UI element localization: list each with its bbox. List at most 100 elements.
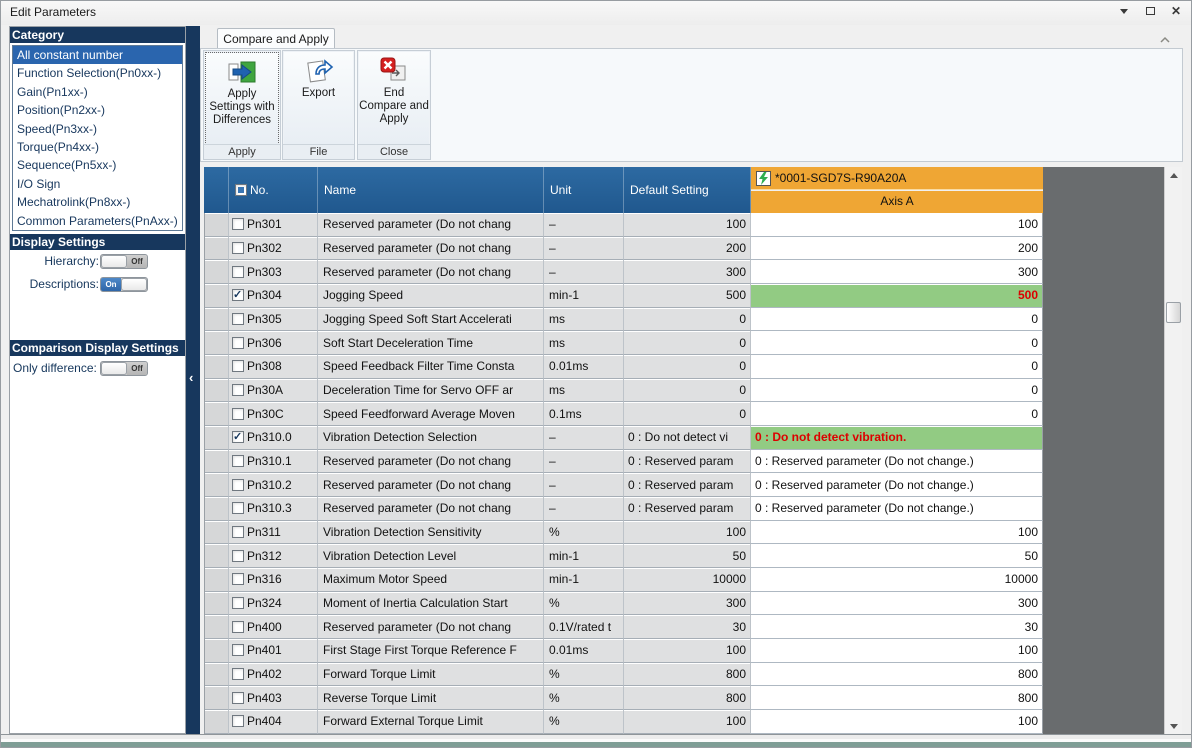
axis-value-cell[interactable]: 500 bbox=[751, 284, 1043, 308]
table-row[interactable]: Pn30ADeceleration Time for Servo OFF arm… bbox=[205, 379, 1043, 403]
row-checkbox[interactable] bbox=[232, 668, 244, 680]
column-header-no[interactable]: No. bbox=[229, 167, 318, 213]
sidebar-item[interactable]: All constant number bbox=[13, 46, 182, 64]
sidebar-item[interactable]: Gain(Pn1xx-) bbox=[13, 83, 182, 101]
row-checkbox[interactable] bbox=[232, 455, 244, 467]
row-checkbox[interactable] bbox=[232, 337, 244, 349]
axis-value-cell[interactable]: 300 bbox=[751, 592, 1043, 616]
vertical-scrollbar[interactable] bbox=[1164, 167, 1182, 734]
descriptions-toggle[interactable]: On bbox=[100, 277, 148, 292]
table-row[interactable]: Pn404Forward External Torque Limit%10010… bbox=[205, 710, 1043, 734]
select-all-checkbox[interactable] bbox=[235, 184, 247, 196]
axis-value-cell[interactable]: 10000 bbox=[751, 568, 1043, 592]
axis-value-cell[interactable]: 0 : Do not detect vibration. bbox=[751, 426, 1043, 450]
row-checkbox[interactable] bbox=[232, 408, 244, 420]
table-row[interactable]: Pn311Vibration Detection Sensitivity%100… bbox=[205, 521, 1043, 545]
axis-value-cell[interactable]: 100 bbox=[751, 213, 1043, 237]
table-row[interactable]: Pn401First Stage First Torque Reference … bbox=[205, 639, 1043, 663]
hierarchy-toggle[interactable]: Off bbox=[100, 254, 148, 269]
axis-header[interactable]: Axis A bbox=[751, 191, 1043, 213]
axis-value-cell[interactable]: 100 bbox=[751, 710, 1043, 734]
export-button[interactable]: Export bbox=[284, 52, 353, 145]
row-checkbox[interactable] bbox=[232, 526, 244, 538]
row-checkbox[interactable] bbox=[232, 289, 244, 301]
table-row[interactable]: Pn304Jogging Speedmin-1500500 bbox=[205, 284, 1043, 308]
scroll-up-icon[interactable] bbox=[1165, 167, 1182, 183]
table-row[interactable]: Pn402Forward Torque Limit%800800 bbox=[205, 663, 1043, 687]
table-row[interactable]: Pn306Soft Start Deceleration Timems00 bbox=[205, 331, 1043, 355]
chevron-left-icon[interactable]: ‹ bbox=[189, 372, 193, 384]
row-checkbox[interactable] bbox=[232, 573, 244, 585]
axis-value-cell[interactable]: 0 bbox=[751, 331, 1043, 355]
axis-value-cell[interactable]: 30 bbox=[751, 615, 1043, 639]
sidebar-item[interactable]: Function Selection(Pn0xx-) bbox=[13, 64, 182, 82]
table-row[interactable]: Pn305Jogging Speed Soft Start Accelerati… bbox=[205, 308, 1043, 332]
row-checkbox[interactable] bbox=[232, 479, 244, 491]
row-checkbox[interactable] bbox=[232, 384, 244, 396]
tab-compare-and-apply[interactable]: Compare and Apply bbox=[217, 28, 335, 48]
axis-value-cell[interactable]: 50 bbox=[751, 544, 1043, 568]
axis-value-cell[interactable]: 800 bbox=[751, 663, 1043, 687]
table-row[interactable]: Pn302Reserved parameter (Do not chang–20… bbox=[205, 237, 1043, 261]
table-row[interactable]: Pn310.1Reserved parameter (Do not chang–… bbox=[205, 450, 1043, 474]
sidebar-item[interactable]: Speed(Pn3xx-) bbox=[13, 120, 182, 138]
row-checkbox[interactable] bbox=[232, 431, 244, 443]
column-header-name[interactable]: Name bbox=[318, 167, 544, 213]
row-checkbox[interactable] bbox=[232, 621, 244, 633]
table-row[interactable]: Pn400Reserved parameter (Do not chang0.1… bbox=[205, 615, 1043, 639]
sidebar-item[interactable]: I/O Sign bbox=[13, 175, 182, 193]
row-checkbox[interactable] bbox=[232, 692, 244, 704]
axis-value-cell[interactable]: 200 bbox=[751, 237, 1043, 261]
axis-value-cell[interactable]: 0 bbox=[751, 402, 1043, 426]
axis-value-cell[interactable]: 800 bbox=[751, 686, 1043, 710]
table-row[interactable]: Pn316Maximum Motor Speedmin-11000010000 bbox=[205, 568, 1043, 592]
sidebar-item[interactable]: Mechatrolink(Pn8xx-) bbox=[13, 193, 182, 211]
row-checkbox[interactable] bbox=[232, 360, 244, 372]
ribbon-collapse-icon[interactable] bbox=[1159, 32, 1171, 42]
row-checkbox[interactable] bbox=[232, 242, 244, 254]
axis-value-cell[interactable]: 100 bbox=[751, 639, 1043, 663]
table-row[interactable]: Pn403Reverse Torque Limit%800800 bbox=[205, 686, 1043, 710]
sidebar-item[interactable]: Common Parameters(PnAxx-) bbox=[13, 212, 182, 230]
table-row[interactable]: Pn312Vibration Detection Levelmin-15050 bbox=[205, 544, 1043, 568]
sidebar-item[interactable]: Position(Pn2xx-) bbox=[13, 101, 182, 119]
table-row[interactable]: Pn303Reserved parameter (Do not chang–30… bbox=[205, 260, 1043, 284]
row-checkbox[interactable] bbox=[232, 218, 244, 230]
sidebar-item[interactable]: Sequence(Pn5xx-) bbox=[13, 156, 182, 174]
table-row[interactable]: Pn30CSpeed Feedforward Average Moven0.1m… bbox=[205, 402, 1043, 426]
window-menu-icon[interactable] bbox=[1117, 5, 1131, 17]
table-row[interactable]: Pn310.0Vibration Detection Selection–0 :… bbox=[205, 426, 1043, 450]
axis-value-cell[interactable]: 0 bbox=[751, 308, 1043, 332]
servo-header[interactable]: *0001-SGD7S-R90A20A bbox=[751, 167, 1043, 190]
row-checkbox[interactable] bbox=[232, 597, 244, 609]
close-icon[interactable]: ✕ bbox=[1169, 5, 1183, 17]
maximize-icon[interactable] bbox=[1143, 5, 1157, 17]
scroll-down-icon[interactable] bbox=[1165, 718, 1182, 734]
axis-value-cell[interactable]: 0 : Reserved parameter (Do not change.) bbox=[751, 450, 1043, 474]
row-checkbox[interactable] bbox=[232, 502, 244, 514]
scrollbar-thumb[interactable] bbox=[1166, 302, 1181, 323]
table-row[interactable]: Pn301Reserved parameter (Do not chang–10… bbox=[205, 213, 1043, 237]
table-row[interactable]: Pn308Speed Feedback Filter Time Consta0.… bbox=[205, 355, 1043, 379]
table-row[interactable]: Pn324Moment of Inertia Calculation Start… bbox=[205, 592, 1043, 616]
axis-value-cell[interactable]: 0 bbox=[751, 379, 1043, 403]
table-row[interactable]: Pn310.2Reserved parameter (Do not chang–… bbox=[205, 473, 1043, 497]
apply-settings-with-differences-button[interactable]: Apply Settings with Differences bbox=[205, 52, 279, 145]
row-checkbox[interactable] bbox=[232, 644, 244, 656]
axis-value-cell[interactable]: 300 bbox=[751, 260, 1043, 284]
only-difference-toggle[interactable]: Off bbox=[100, 361, 148, 376]
column-header-default[interactable]: Default Setting bbox=[624, 167, 751, 213]
row-checkbox[interactable] bbox=[232, 715, 244, 727]
axis-value-cell[interactable]: 0 : Reserved parameter (Do not change.) bbox=[751, 497, 1043, 521]
row-checkbox[interactable] bbox=[232, 550, 244, 562]
table-row[interactable]: Pn310.3Reserved parameter (Do not chang–… bbox=[205, 497, 1043, 521]
end-compare-and-apply-button[interactable]: End Compare and Apply bbox=[359, 52, 429, 145]
axis-value-cell[interactable]: 100 bbox=[751, 521, 1043, 545]
row-checkbox[interactable] bbox=[232, 313, 244, 325]
column-header-unit[interactable]: Unit bbox=[544, 167, 624, 213]
sidebar-collapse-strip[interactable]: ‹ bbox=[186, 26, 200, 734]
axis-value-cell[interactable]: 0 : Reserved parameter (Do not change.) bbox=[751, 473, 1043, 497]
row-checkbox[interactable] bbox=[232, 266, 244, 278]
sidebar-item[interactable]: Torque(Pn4xx-) bbox=[13, 138, 182, 156]
axis-value-cell[interactable]: 0 bbox=[751, 355, 1043, 379]
